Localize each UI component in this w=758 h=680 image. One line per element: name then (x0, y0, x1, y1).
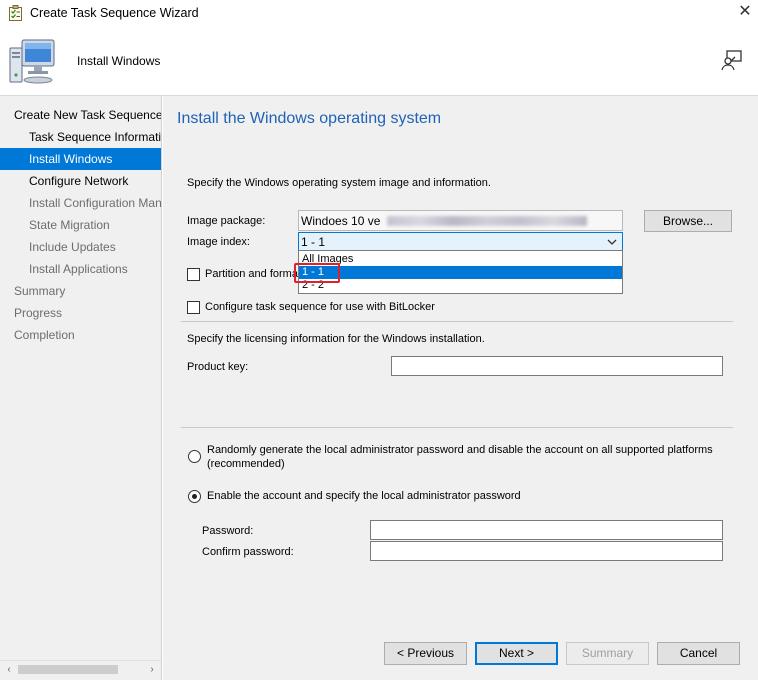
bitlocker-checkbox[interactable] (187, 301, 200, 314)
window-title: Create Task Sequence Wizard (30, 6, 199, 20)
chevron-down-icon[interactable] (607, 238, 617, 246)
banner-heading: Install Windows (77, 54, 161, 68)
intro-text: Specify the Windows operating system ima… (187, 177, 491, 189)
partition-label: Partition and format (205, 268, 301, 280)
cancel-button[interactable]: Cancel (657, 642, 740, 665)
random-password-label-note: (recommended) (207, 458, 285, 470)
image-package-label: Image package: (187, 215, 266, 227)
step-completion: Completion (14, 328, 75, 342)
step-progress: Progress (14, 306, 63, 320)
step-summary: Summary (14, 284, 66, 298)
annotation-highlight-box (294, 263, 340, 283)
image-package-field: Windoes 10 ve (298, 210, 623, 231)
step-create-new-task-sequence[interactable]: Create New Task Sequence (0, 104, 161, 126)
step-task-sequence-information[interactable]: Task Sequence Information (0, 126, 161, 148)
user-help-icon[interactable] (720, 48, 744, 72)
title-bar: Create Task Sequence Wizard ✕ (0, 0, 758, 28)
product-key-label: Product key: (187, 361, 249, 373)
previous-button[interactable]: < Previous (384, 642, 467, 665)
section-divider (181, 321, 733, 322)
confirm-password-input[interactable] (370, 541, 723, 561)
wizard-steps-sidebar: Create New Task Sequence Task Sequence I… (0, 96, 162, 680)
image-index-select[interactable]: 1 - 1 (298, 232, 623, 251)
step-state-migration: State Migration (29, 218, 110, 232)
scroll-right-icon[interactable]: › (144, 662, 160, 677)
dropdown-option-selected[interactable]: 1 - 1 (299, 266, 622, 279)
password-label: Password: (202, 525, 254, 537)
enable-account-label: Enable the account and specify the local… (207, 490, 521, 502)
sidebar-horizontal-scrollbar[interactable]: ‹ › (0, 660, 161, 677)
next-button[interactable]: Next > (475, 642, 558, 665)
confirm-password-label: Confirm password: (202, 546, 294, 558)
checklist-icon (9, 5, 22, 21)
step-install-configuration-manager: Install Configuration Manager (29, 196, 161, 210)
summary-button: Summary (566, 642, 649, 665)
licensing-intro-text: Specify the licensing information for th… (187, 333, 485, 345)
image-package-value: Windoes 10 ve (301, 214, 381, 228)
scrollbar-thumb[interactable] (18, 665, 118, 674)
wizard-banner: Install Windows (0, 28, 758, 96)
step-install-windows[interactable]: Install Windows (0, 148, 161, 170)
enable-account-radio[interactable] (188, 490, 201, 503)
dropdown-option[interactable]: 2 - 2 (299, 279, 622, 292)
close-icon[interactable]: ✕ (736, 3, 754, 21)
browse-button[interactable]: Browse... (644, 210, 732, 232)
product-key-input[interactable] (391, 356, 723, 376)
scroll-left-icon[interactable]: ‹ (1, 662, 17, 677)
random-password-radio[interactable] (188, 450, 201, 463)
step-include-updates: Include Updates (29, 240, 116, 254)
page-title: Install the Windows operating system (177, 110, 442, 127)
bitlocker-label: Configure task sequence for use with Bit… (205, 301, 435, 313)
step-install-applications: Install Applications (29, 262, 128, 276)
password-input[interactable] (370, 520, 723, 540)
dropdown-option[interactable]: All Images (299, 253, 622, 266)
image-index-value: 1 - 1 (301, 235, 326, 249)
image-index-label: Image index: (187, 236, 250, 248)
partition-checkbox[interactable] (187, 268, 200, 281)
section-divider (181, 427, 733, 428)
random-password-label: Randomly generate the local administrato… (207, 444, 713, 456)
step-configure-network[interactable]: Configure Network (0, 170, 161, 192)
computer-icon (9, 39, 55, 84)
image-index-dropdown-list[interactable]: All Images 1 - 1 2 - 2 (298, 250, 623, 294)
redacted-text (387, 216, 587, 226)
